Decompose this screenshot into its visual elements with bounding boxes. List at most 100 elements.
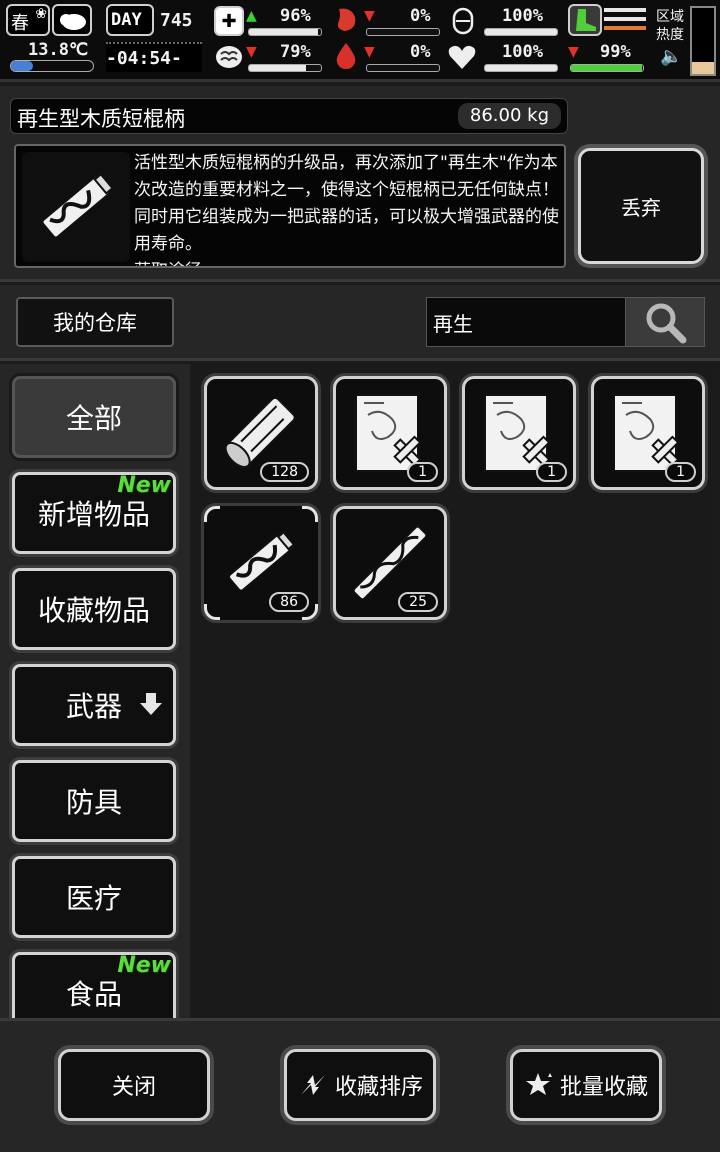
thirst-value: 0% xyxy=(410,42,431,62)
water-drop-icon xyxy=(330,40,362,72)
inventory-slot[interactable]: 1 xyxy=(333,376,447,490)
category-label: 食品 xyxy=(65,978,122,1011)
status-bar: 春 ❀ 13.8℃ DAY 745 -04:54- ✚ ▲ 96% ▼ 79% … xyxy=(0,0,720,82)
search-icon xyxy=(646,303,687,344)
stomach-icon xyxy=(330,4,362,36)
favorite-sort-button[interactable]: 收藏排序 xyxy=(284,1049,436,1121)
health-value: 96% xyxy=(280,6,311,26)
speaker-icon[interactable]: 🔈 xyxy=(660,46,682,67)
category-label: 新增物品 xyxy=(37,498,150,531)
stamina-bar xyxy=(484,28,558,36)
discard-button[interactable]: 丢弃 xyxy=(578,148,704,264)
batch-favorite-label: 批量收藏 xyxy=(559,1075,648,1100)
day-counter: DAY xyxy=(106,4,154,36)
category-favorites[interactable]: 收藏物品 xyxy=(12,568,176,650)
category-label: 武器 xyxy=(65,690,122,723)
clock-value: -04:54- xyxy=(106,48,182,69)
item-description-box[interactable]: 活性型木质短棍柄的升级品，再次添加了"再生木"作为本次改造的重要材料之一，使得这… xyxy=(14,144,566,268)
hunger-down-arrow-icon: ▼ xyxy=(364,8,375,24)
boot-icon xyxy=(568,4,602,36)
weather-icon xyxy=(52,4,92,36)
clock-display: -04:54- xyxy=(106,42,202,72)
footer-bar: 关闭 收藏排序 批量收藏 xyxy=(0,1018,720,1152)
energy-bar xyxy=(570,64,644,72)
description-cutoff: 获取途径 xyxy=(134,258,560,266)
item-weight: 86.00 kg xyxy=(457,103,561,129)
equipment-lines-icon xyxy=(604,8,646,36)
category-label: 收藏物品 xyxy=(37,594,150,627)
item-count: 1 xyxy=(407,462,438,482)
category-weapons[interactable]: 武器 xyxy=(12,664,176,746)
energy-down-arrow-icon: ▼ xyxy=(568,44,579,60)
search-button[interactable] xyxy=(625,297,705,347)
category-label: 防具 xyxy=(65,786,122,819)
item-count: 25 xyxy=(398,592,438,612)
category-new-items[interactable]: 新增物品 New xyxy=(12,472,176,554)
favorite-sort-label: 收藏排序 xyxy=(334,1075,423,1100)
stamina-value: 100% xyxy=(502,6,543,26)
category-armor[interactable]: 防具 xyxy=(12,760,176,842)
close-button-label: 关闭 xyxy=(111,1075,156,1100)
category-food[interactable]: 食品 New xyxy=(12,952,176,1018)
brain-icon xyxy=(214,42,244,72)
item-thumbnail xyxy=(22,152,130,262)
item-count: 1 xyxy=(665,462,696,482)
arrow-down-icon xyxy=(140,693,162,715)
selection-corner xyxy=(302,506,318,522)
item-name: 再生型木质短棍柄 xyxy=(17,107,185,131)
temperature-display: 13.8℃ xyxy=(6,40,94,76)
item-detail-panel: 再生型木质短棍柄 86.00 kg 活性型木质短棍柄的升级品，再次添加了"再生木… xyxy=(0,86,720,282)
health-up-arrow-icon: ▲ xyxy=(246,8,257,24)
batch-favorite-button[interactable]: 批量收藏 xyxy=(510,1049,662,1121)
hunger-bar xyxy=(366,28,440,36)
warehouse-header: 我的仓库 xyxy=(0,285,720,361)
category-all[interactable]: 全部 xyxy=(12,376,176,458)
inventory-slot[interactable]: 1 xyxy=(462,376,576,490)
selection-corner xyxy=(204,604,220,620)
star-icon xyxy=(525,1073,552,1095)
item-description: 活性型木质短棍柄的升级品，再次添加了"再生木"作为本次改造的重要材料之一，使得这… xyxy=(134,150,560,266)
energy-value: 99% xyxy=(600,42,631,62)
category-label: 医疗 xyxy=(65,882,122,915)
new-badge: New xyxy=(117,953,171,978)
season-label: 春 xyxy=(11,13,29,34)
short-handle-icon xyxy=(41,172,114,239)
item-count: 128 xyxy=(260,462,309,482)
sort-arrows-icon xyxy=(300,1075,325,1095)
region-heat-meter xyxy=(690,6,716,76)
season-badge: 春 ❀ xyxy=(6,4,50,36)
medkit-icon: ✚ xyxy=(214,6,244,36)
day-label: DAY xyxy=(111,10,142,30)
mood-bar xyxy=(484,64,558,72)
hunger-value: 0% xyxy=(410,6,431,26)
inventory-slot-selected[interactable]: 86 xyxy=(204,506,318,620)
heart-icon xyxy=(446,42,478,72)
tab-my-warehouse[interactable]: 我的仓库 xyxy=(16,297,174,347)
category-medical[interactable]: 医疗 xyxy=(12,856,176,938)
day-number: 745 xyxy=(160,10,193,31)
inventory-slot[interactable]: 1 xyxy=(591,376,705,490)
region-heat-label: 区域 热度 xyxy=(656,9,684,43)
inventory-grid: 128 1 1 1 86 25 xyxy=(192,364,718,1018)
leaf-icon: ❀ xyxy=(35,6,47,22)
inventory-slot[interactable]: 25 xyxy=(333,506,447,620)
inventory-slot[interactable]: 128 xyxy=(204,376,318,490)
item-count: 1 xyxy=(536,462,567,482)
health-bar xyxy=(248,28,322,36)
thirst-bar xyxy=(366,64,440,72)
category-sidebar[interactable]: 全部 新增物品 New 收藏物品 武器 防具 医疗 食品 New xyxy=(0,364,190,1018)
new-badge: New xyxy=(117,473,171,498)
item-title-bar: 再生型木质短棍柄 86.00 kg xyxy=(10,98,568,134)
temperature-value: 13.8℃ xyxy=(28,40,89,60)
sanity-value: 79% xyxy=(280,42,311,62)
thermometer-icon xyxy=(10,60,94,72)
item-count: 86 xyxy=(269,592,309,612)
sanity-down-arrow-icon: ▼ xyxy=(246,44,257,60)
close-button[interactable]: 关闭 xyxy=(58,1049,210,1121)
stamina-icon xyxy=(448,6,478,36)
sanity-bar xyxy=(248,64,322,72)
search-input[interactable] xyxy=(426,297,626,347)
thirst-down-arrow-icon: ▼ xyxy=(364,44,375,60)
category-label: 全部 xyxy=(65,402,122,435)
mood-value: 100% xyxy=(502,42,543,62)
